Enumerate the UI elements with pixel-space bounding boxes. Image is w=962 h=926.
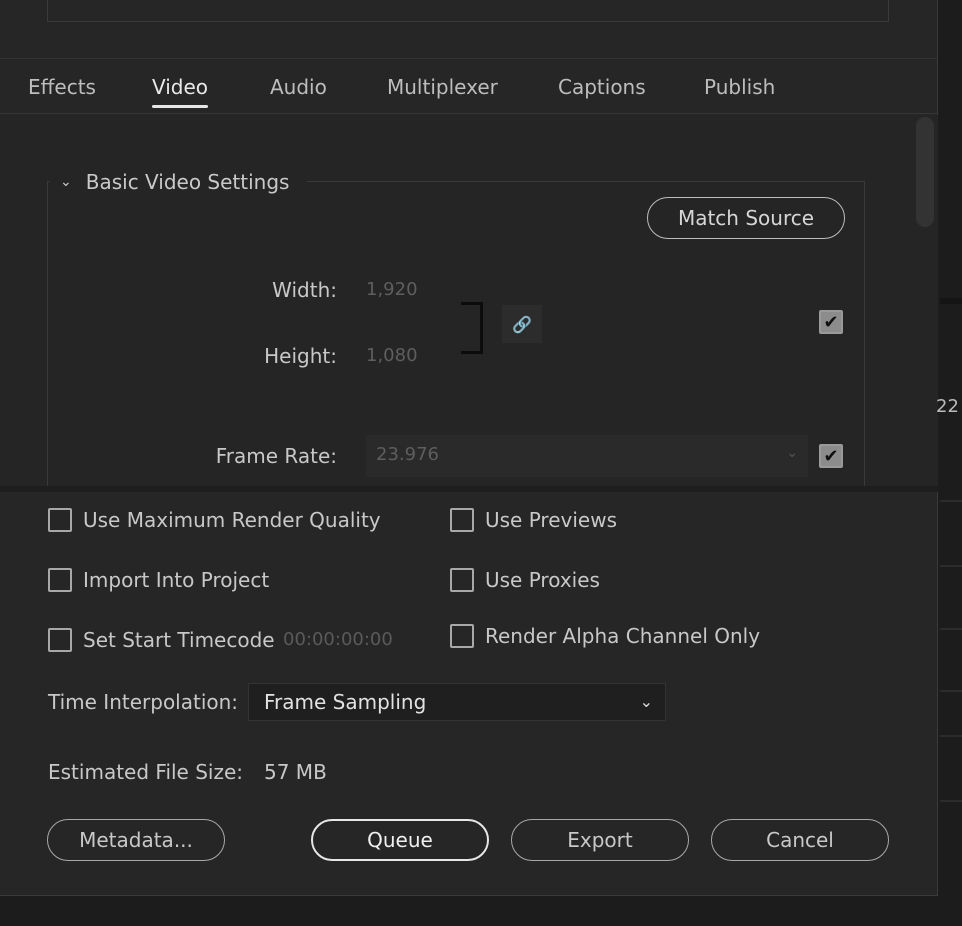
match-source-button[interactable]: Match Source (647, 197, 845, 239)
export-button[interactable]: Export (511, 819, 689, 861)
frame-rate-value: 23.976 (376, 444, 439, 465)
cancel-button[interactable]: Cancel (711, 819, 889, 861)
start-timecode-checkbox[interactable] (48, 628, 72, 652)
pane-divider (0, 486, 938, 492)
import-project-checkbox[interactable] (48, 568, 72, 592)
export-settings-dialog: Effects Video Audio Multiplexer Captions… (0, 0, 938, 896)
time-interpolation-select[interactable]: Frame Sampling ⌄ (248, 683, 666, 721)
time-interpolation-label: Time Interpolation: (48, 690, 239, 714)
max-render-checkbox[interactable] (48, 508, 72, 532)
size-checkbox[interactable]: ✔ (819, 310, 843, 334)
tab-captions[interactable]: Captions (558, 75, 646, 99)
queue-button[interactable]: Queue (311, 819, 489, 861)
preview-box (47, 0, 889, 22)
link-bracket (461, 302, 483, 354)
tab-video[interactable]: Video (152, 75, 209, 108)
time-interpolation-value: Frame Sampling (264, 690, 427, 714)
frame-rate-select[interactable]: 23.976 ⌄ (366, 435, 808, 477)
alpha-only-checkbox[interactable] (450, 624, 474, 648)
file-size-label: Estimated File Size: (48, 760, 244, 784)
frame-rate-checkbox[interactable]: ✔ (819, 444, 843, 468)
use-previews-label: Use Previews (485, 508, 617, 532)
chevron-down-icon[interactable]: ⌄ (60, 174, 72, 190)
import-project-label: Import Into Project (83, 568, 270, 592)
scrollbar[interactable] (916, 117, 934, 227)
tab-audio[interactable]: Audio (270, 75, 327, 99)
max-render-label: Use Maximum Render Quality (83, 508, 381, 532)
use-previews-checkbox[interactable] (450, 508, 474, 532)
section-header[interactable]: ⌄ Basic Video Settings (50, 170, 308, 194)
use-proxies-checkbox[interactable] (450, 568, 474, 592)
height-value[interactable]: 1,080 (366, 345, 418, 366)
timecode-value[interactable]: 00:00:00:00 (283, 629, 393, 650)
width-label: Width: (272, 278, 337, 302)
chevron-down-icon: ⌄ (639, 692, 653, 711)
chevron-down-icon: ⌄ (786, 445, 798, 461)
start-timecode-label: Set Start Timecode (83, 628, 275, 652)
height-label: Height: (264, 344, 337, 368)
file-size-value: 57 MB (264, 760, 327, 784)
width-value[interactable]: 1,920 (366, 279, 418, 300)
timeline-number: 22 (936, 396, 959, 417)
section-title: Basic Video Settings (85, 170, 290, 194)
frame-rate-label: Frame Rate: (215, 444, 337, 468)
tab-publish[interactable]: Publish (704, 75, 775, 99)
tab-multiplexer[interactable]: Multiplexer (387, 75, 498, 99)
video-settings-pane: ⌄ Basic Video Settings Match Source Widt… (0, 115, 938, 490)
tab-effects[interactable]: Effects (28, 75, 96, 99)
tab-bar: Effects Video Audio Multiplexer Captions… (0, 58, 938, 114)
metadata-button[interactable]: Metadata... (47, 819, 225, 861)
use-proxies-label: Use Proxies (485, 568, 600, 592)
alpha-only-label: Render Alpha Channel Only (485, 624, 761, 648)
chain-link-icon[interactable]: 🔗 (502, 305, 542, 343)
